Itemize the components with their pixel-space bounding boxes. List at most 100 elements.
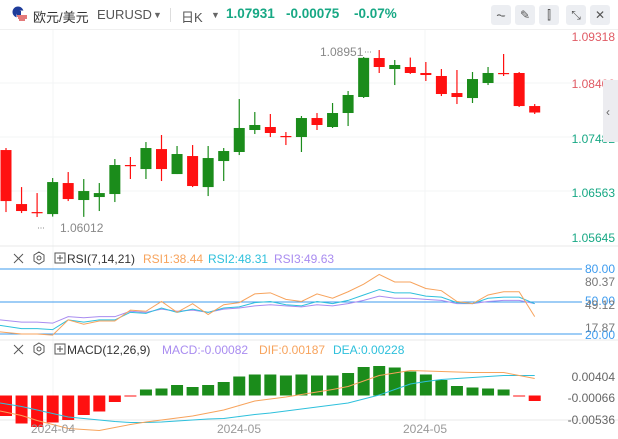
- macd-histogram-bar: [124, 395, 137, 397]
- candle: [280, 132, 292, 146]
- candle-body: [513, 72, 525, 107]
- candle-body: [482, 72, 494, 84]
- candle-body: [280, 135, 292, 138]
- rsi2-value: RSI2:48.31: [208, 252, 268, 266]
- period-selector[interactable]: 日K: [181, 7, 203, 26]
- macd-histogram-bar: [466, 387, 479, 396]
- candle: [467, 72, 478, 103]
- macd-histogram-bar: [513, 395, 526, 397]
- candle: [47, 178, 59, 217]
- rsi-axis-label: 80.37: [585, 275, 615, 289]
- macd-histogram-bar: [202, 385, 215, 396]
- candle: [389, 59, 401, 86]
- symbol-selector[interactable]: EURUSD: [97, 7, 152, 22]
- candle: [513, 72, 525, 108]
- macd-axis-label: -0.00536: [568, 413, 616, 427]
- pair-name[interactable]: 欧元/美元: [33, 7, 89, 26]
- macd-settings-icon[interactable]: [33, 342, 45, 356]
- candle-body: [420, 72, 432, 76]
- line-chart-button[interactable]: ⏦: [491, 5, 511, 25]
- candle-body: [62, 183, 74, 200]
- candle-body: [0, 150, 12, 202]
- candle-body: [47, 182, 59, 215]
- time-axis: 2024-04 2024-05 2024-05: [31, 422, 447, 436]
- close-button[interactable]: ✕: [590, 5, 610, 25]
- rsi-remove-icon[interactable]: [13, 253, 24, 264]
- macd-histogram-bar: [171, 385, 184, 396]
- candle: [482, 67, 494, 86]
- candle-body: [342, 94, 354, 114]
- candle: [420, 61, 432, 81]
- low-price-label: 1.06012: [60, 221, 104, 235]
- candle: [498, 53, 510, 76]
- candle: [62, 172, 74, 202]
- candle: [218, 148, 230, 182]
- candle: [327, 102, 339, 128]
- macd-histogram-bar: [108, 395, 121, 402]
- rsi-pane: RSI(7,14,21) RSI1:38.44 RSI2:48.31 RSI3:…: [0, 251, 615, 342]
- rsi-level-label: 20.00: [585, 328, 615, 342]
- candle: [358, 56, 370, 98]
- chevron-down-icon[interactable]: ▼: [211, 10, 220, 20]
- macd-histogram-bar: [77, 395, 90, 415]
- candle-body: [498, 72, 510, 75]
- macd-axis-label: 0.00404: [572, 370, 616, 384]
- candle-body: [156, 149, 167, 170]
- candle-body: [140, 148, 152, 170]
- price-axis-label: 1.09318: [572, 30, 616, 44]
- candle: [124, 157, 136, 180]
- macd-histogram-bar: [93, 395, 106, 412]
- price-axis-label: 1.05645: [572, 231, 616, 245]
- candle: [435, 69, 447, 97]
- macd-axis-label: -0.00066: [568, 391, 616, 405]
- macd-title: MACD(12,26,9): [67, 343, 150, 357]
- candle-body: [109, 165, 121, 195]
- candlestick-button[interactable]: ⫿: [539, 5, 559, 25]
- macd-histogram-bar: [248, 374, 261, 396]
- candle: [451, 69, 463, 105]
- chevron-down-icon[interactable]: ▼: [153, 10, 162, 20]
- candle-body: [327, 113, 339, 128]
- macd-histogram-bar: [217, 382, 230, 396]
- candle-body: [187, 156, 199, 187]
- candle: [264, 113, 276, 138]
- candle-body: [124, 165, 136, 167]
- candle: [93, 183, 105, 212]
- candle: [31, 193, 43, 218]
- candle-body: [218, 151, 230, 162]
- draw-button[interactable]: ✎: [515, 5, 535, 25]
- macd-expand-icon[interactable]: [54, 343, 66, 355]
- dif-value: DIF:0.00187: [259, 343, 325, 357]
- candle-body: [171, 154, 183, 175]
- macd-histogram-bar: [155, 388, 168, 396]
- candle: [295, 116, 307, 153]
- collapse-panel-tab[interactable]: ‹: [603, 80, 618, 142]
- macd-histogram-bar: [497, 389, 510, 396]
- candle-body: [202, 158, 214, 188]
- rsi-expand-icon[interactable]: [54, 252, 66, 264]
- candle-body: [93, 193, 105, 198]
- macd-remove-icon[interactable]: [13, 344, 24, 355]
- candle-body: [311, 118, 323, 125]
- macd-pane: MACD(12,26,9) MACD:-0.00082 DIF:0.00187 …: [0, 342, 616, 432]
- chart-canvas[interactable]: 1.08951 1.06012 1.09318 1.08400 1.07482 …: [0, 0, 618, 439]
- time-axis-label: 2024-05: [217, 422, 261, 436]
- candle: [342, 91, 354, 127]
- shrink-button[interactable]: ⤡: [566, 5, 586, 25]
- rsi-title: RSI(7,14,21): [67, 252, 135, 266]
- candle: [171, 146, 183, 175]
- candle-body: [78, 191, 90, 201]
- rsi-level-label: 80.00: [585, 262, 615, 276]
- candle: [311, 113, 323, 131]
- candle: [373, 50, 385, 73]
- dea-value: DEA:0.00228: [333, 343, 405, 357]
- price-change: -0.00075: [286, 6, 340, 21]
- candle: [78, 179, 90, 217]
- macd-histogram-bar: [139, 389, 152, 396]
- candle: [249, 112, 261, 135]
- candle-body: [404, 67, 416, 73]
- rsi-settings-icon[interactable]: [33, 251, 45, 265]
- chart-header: 欧元/美元 EURUSD ▼ 日K ▼ 1.07931 -0.00075 -0.…: [0, 0, 618, 30]
- macd-histogram-bar: [264, 374, 277, 396]
- candle-body: [373, 58, 385, 68]
